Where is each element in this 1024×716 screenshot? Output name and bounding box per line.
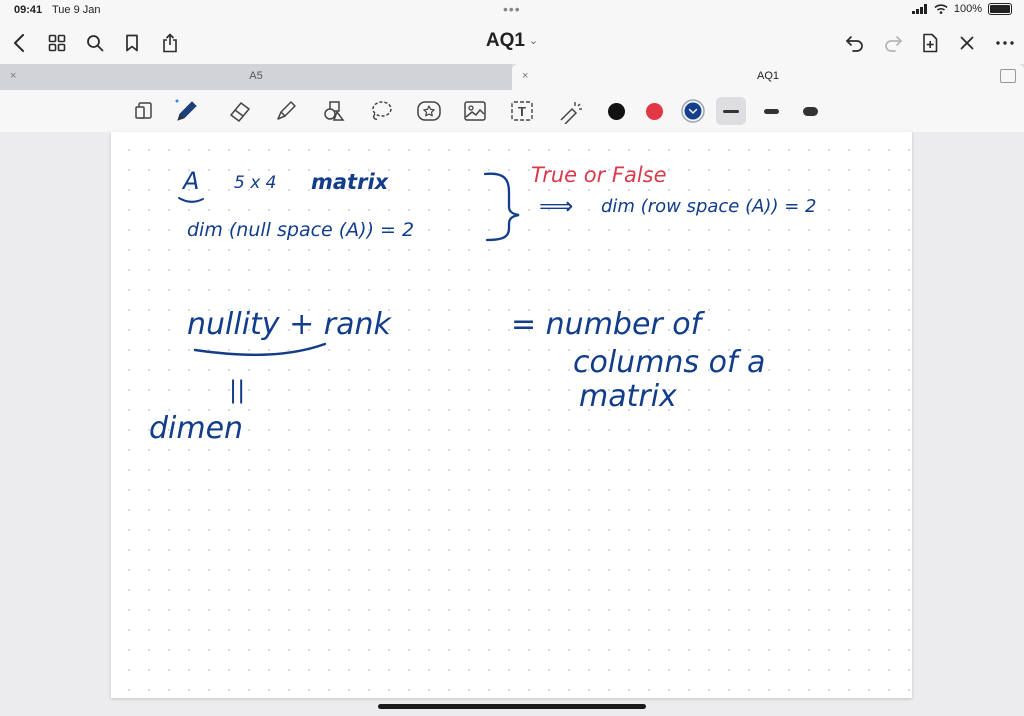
ink-curly-brace: [483, 172, 520, 242]
canvas-area[interactable]: A 5 x 4 matrix dim (null space (A)) = 2 …: [0, 132, 1024, 716]
image-icon: [464, 101, 486, 121]
split-view-icon[interactable]: [1000, 69, 1016, 83]
color-black[interactable]: [602, 97, 630, 125]
sticker-icon: [417, 101, 441, 121]
ink-dimen: dimen: [149, 411, 243, 446]
tab-label: A5: [249, 70, 263, 82]
chevron-down-icon: ⌄: [528, 35, 539, 48]
tab-aq1[interactable]: × AQ1: [512, 64, 1024, 90]
tab-a5[interactable]: × A5: [0, 64, 512, 90]
color-swatch-black: [607, 102, 625, 120]
page-view-icon: [135, 102, 152, 119]
ink-matrix: matrix: [579, 379, 677, 414]
page-view-tool[interactable]: [130, 97, 158, 125]
document-title[interactable]: AQ1 ⌄: [0, 30, 1024, 52]
ink-nullity-rank: nullity + rank: [187, 307, 392, 342]
eraser-tool[interactable]: [226, 97, 254, 125]
drawing-toolbar: T: [0, 90, 1024, 133]
eraser-icon: [230, 102, 250, 122]
ink-matrix-size: 5 x 4: [234, 173, 277, 193]
home-indicator[interactable]: [378, 704, 646, 709]
lasso-icon: [372, 101, 392, 120]
redo-icon: [885, 36, 902, 52]
ink-matrix-a: A: [181, 167, 199, 195]
text-tool[interactable]: T: [508, 97, 536, 125]
ink-matrix-word: matrix: [311, 170, 390, 194]
ink-nullity-underline: [193, 342, 327, 356]
ink-parallel-marks: ||: [229, 376, 245, 404]
handwriting-layer: A 5 x 4 matrix dim (null space (A)) = 2 …: [149, 163, 816, 446]
stroke-medium-option[interactable]: [756, 97, 786, 125]
close-icon: [960, 36, 974, 50]
more-button[interactable]: [990, 28, 1020, 58]
cellular-icon: [911, 4, 927, 14]
color-swatch-red: [645, 102, 663, 120]
tab-label: AQ1: [756, 70, 779, 82]
text-icon: T: [511, 101, 533, 121]
add-page-button[interactable]: [915, 28, 945, 58]
multitasking-dots-icon[interactable]: •••: [503, 1, 521, 17]
ink-null-space-dim: dim (null space (A)) = 2: [187, 219, 414, 241]
undo-button[interactable]: [840, 28, 870, 58]
status-right: 100%: [911, 3, 1012, 15]
stroke-thick-option[interactable]: [795, 97, 825, 125]
add-page-icon: [923, 33, 938, 53]
highlighter-tool[interactable]: [272, 97, 300, 125]
laser-pointer-icon: [560, 102, 582, 124]
pen-tool[interactable]: [172, 97, 200, 125]
shapes-icon: [324, 101, 345, 121]
sticker-tool[interactable]: [415, 97, 443, 125]
image-tool[interactable]: [461, 97, 489, 125]
tab-bar: × A5 × AQ1: [0, 64, 1024, 90]
note-page[interactable]: A 5 x 4 matrix dim (null space (A)) = 2 …: [111, 132, 912, 698]
highlighter-icon: [277, 101, 296, 120]
ink-true-or-false: True or False: [531, 163, 667, 187]
color-red[interactable]: [640, 97, 668, 125]
close-button[interactable]: [952, 28, 982, 58]
wifi-icon: [934, 4, 948, 14]
redo-button[interactable]: [878, 28, 908, 58]
document-title-text: AQ1: [485, 30, 525, 51]
ink-implies-arrow: ⟹: [539, 192, 573, 220]
ink-underline-a: [178, 197, 204, 203]
stroke-medium-icon: [763, 108, 779, 114]
status-time: 09:41: [14, 4, 43, 16]
ink-row-space-dim: dim (row space (A)) = 2: [601, 196, 816, 217]
lasso-tool[interactable]: [367, 97, 395, 125]
more-icon: [996, 41, 1014, 45]
status-date: Tue 9 Jan: [52, 4, 101, 16]
navigation-bar: AQ1 ⌄: [0, 22, 1024, 64]
stroke-thin-icon: [723, 109, 739, 113]
battery-percent: 100%: [953, 3, 982, 15]
undo-icon: [846, 36, 863, 52]
laser-pointer-tool[interactable]: [556, 97, 584, 125]
text-tool-label: T: [518, 104, 526, 119]
pen-icon: [175, 99, 197, 121]
stroke-thin-option[interactable]: [716, 97, 746, 125]
color-swatch-blue-selected: [681, 99, 705, 123]
ink-number-of: = number of: [511, 307, 706, 342]
shapes-tool[interactable]: [320, 97, 348, 125]
color-blue[interactable]: [679, 97, 707, 125]
battery-icon: [988, 3, 1012, 15]
stroke-thick-icon: [802, 106, 818, 116]
ink-columns-of-a: columns of a: [573, 345, 765, 380]
status-bar: 09:41 Tue 9 Jan ••• 100%: [0, 0, 1024, 22]
